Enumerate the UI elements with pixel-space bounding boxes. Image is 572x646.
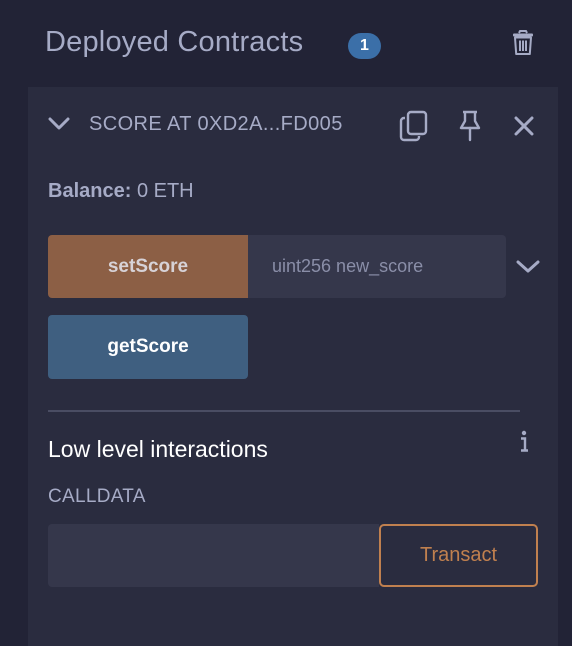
section-divider [48,410,520,412]
calldata-input[interactable] [48,524,379,587]
calldata-label: CALLDATA [48,486,146,507]
pin-icon[interactable] [458,110,482,142]
get-score-button[interactable]: getScore [48,315,248,379]
copy-icon[interactable] [399,110,429,142]
transact-button[interactable]: Transact [379,524,538,587]
info-icon[interactable] [518,430,530,454]
chevron-down-icon[interactable] [516,259,540,275]
chevron-down-icon[interactable] [48,116,70,132]
balance-line: Balance: 0 ETH [48,180,194,203]
trash-icon[interactable] [511,30,535,56]
low-level-title: Low level interactions [48,436,268,462]
balance-value: 0 ETH [136,180,194,202]
section-title: Deployed Contracts [45,26,304,58]
set-score-button[interactable]: setScore [48,235,248,298]
deployed-contracts-root: Deployed Contracts 1 SCORE AT 0XD2A...FD… [0,0,572,646]
new-score-input[interactable] [248,235,506,298]
balance-label: Balance: [48,180,132,202]
contract-title[interactable]: SCORE AT 0XD2A...FD005 [89,113,343,136]
close-icon[interactable] [513,115,535,137]
contract-count-badge: 1 [348,33,381,59]
